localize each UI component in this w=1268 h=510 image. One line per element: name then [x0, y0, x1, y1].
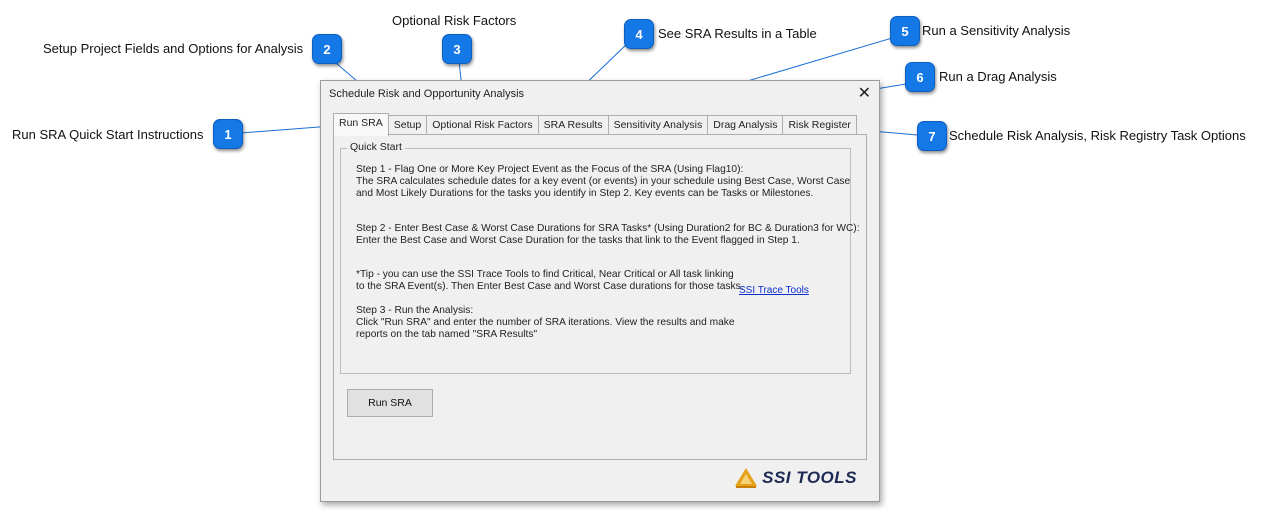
callout-badge-4: 4 — [624, 19, 654, 49]
ssi-trace-tools-link[interactable]: SSI Trace Tools — [739, 285, 809, 296]
tab-run-sra[interactable]: Run SRA — [333, 113, 389, 136]
tip-line2: to the SRA Event(s). Then Enter Best Cas… — [356, 281, 744, 292]
brand-logo: SSI TOOLS — [734, 467, 857, 489]
quick-start-group: Quick Start Step 1 - Flag One or More Ke… — [340, 141, 860, 374]
callout-badge-5: 5 — [890, 16, 920, 46]
callout-label-3: Optional Risk Factors — [392, 13, 517, 28]
step2-line1: Enter the Best Case and Worst Case Durat… — [356, 235, 800, 246]
quick-start-title: Quick Start — [347, 141, 405, 153]
tab-sra-results[interactable]: SRA Results — [537, 115, 609, 136]
step1-heading: Step 1 - Flag One or More Key Project Ev… — [356, 164, 744, 175]
tab-panel-run-sra: Quick Start Step 1 - Flag One or More Ke… — [333, 134, 867, 460]
callout-badge-1: 1 — [213, 119, 243, 149]
step3-heading: Step 3 - Run the Analysis: — [356, 305, 474, 316]
callout-badge-3: 3 — [442, 34, 472, 64]
tab-setup[interactable]: Setup — [387, 115, 428, 136]
tab-risk-register[interactable]: Risk Register — [782, 115, 857, 136]
callout-label-6: Run a Drag Analysis — [939, 69, 1057, 84]
callout-label-5: Run a Sensitivity Analysis — [922, 23, 1071, 38]
ssi-logo-icon — [735, 468, 758, 488]
callout-line-1 — [240, 125, 333, 134]
callout-badge-2: 2 — [312, 34, 342, 64]
step2-heading: Step 2 - Enter Best Case & Worst Case Du… — [356, 223, 860, 234]
tab-drag-analysis[interactable]: Drag Analysis — [707, 115, 784, 136]
callout-label-2: Setup Project Fields and Options for Ana… — [43, 41, 304, 56]
dialog-title: Schedule Risk and Opportunity Analysis — [329, 88, 525, 100]
run-sra-button[interactable]: Run SRA — [347, 389, 433, 417]
callout-badge-7: 7 — [917, 121, 947, 151]
step1-line2: and Most Likely Durations for the tasks … — [356, 188, 814, 199]
brand-text: SSI TOOLS — [762, 468, 857, 487]
tab-sensitivity-analysis[interactable]: Sensitivity Analysis — [607, 115, 709, 136]
step3-line2: reports on the tab named "SRA Results" — [356, 329, 538, 340]
tab-optional-risk-factors[interactable]: Optional Risk Factors — [426, 115, 539, 136]
callout-label-4: See SRA Results in a Table — [658, 26, 817, 41]
callout-label-1: Run SRA Quick Start Instructions — [12, 127, 204, 142]
close-icon[interactable]: ✕ — [858, 83, 871, 103]
callout-label-7: Schedule Risk Analysis, Risk Registry Ta… — [949, 128, 1246, 143]
tip-line1: *Tip - you can use the SSI Trace Tools t… — [356, 269, 734, 280]
callout-badge-6: 6 — [905, 62, 935, 92]
tab-strip: Run SRA Setup Optional Risk Factors SRA … — [333, 113, 857, 136]
step3-line1: Click "Run SRA" and enter the number of … — [356, 317, 735, 328]
sra-dialog: Schedule Risk and Opportunity Analysis ✕… — [320, 80, 880, 502]
step1-line1: The SRA calculates schedule dates for a … — [356, 176, 851, 187]
